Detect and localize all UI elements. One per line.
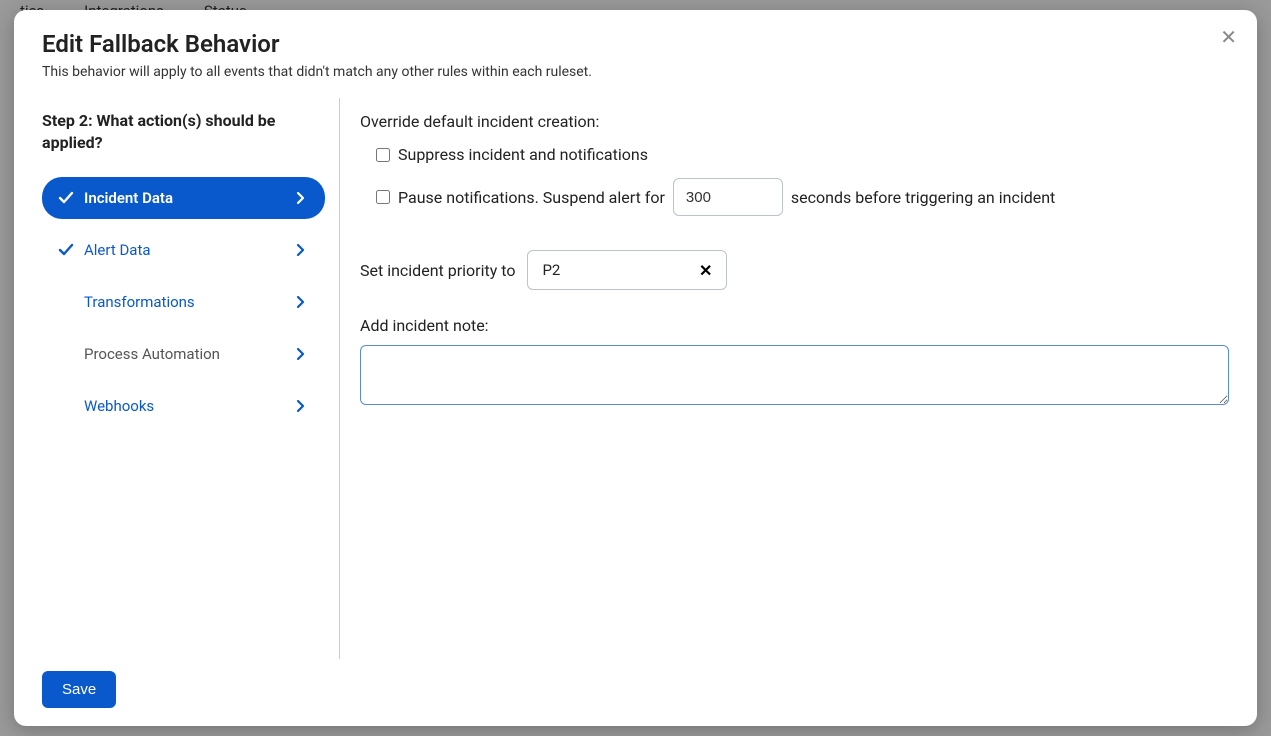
chevron-right-icon <box>293 346 309 362</box>
sidebar-item-label: Webhooks <box>84 397 154 415</box>
sidebar-item-label: Alert Data <box>84 241 151 259</box>
priority-select[interactable]: P2 ✕ <box>527 250 727 290</box>
pause-label-post: seconds before triggering an incident <box>791 188 1055 207</box>
clear-icon[interactable]: ✕ <box>699 261 712 280</box>
close-icon: ✕ <box>1220 27 1237 49</box>
modal-body: Step 2: What action(s) should be applied… <box>14 98 1257 659</box>
content-panel: Override default incident creation: Supp… <box>340 98 1229 659</box>
sidebar-item-label: Incident Data <box>84 189 173 207</box>
modal-header: Edit Fallback Behavior This behavior wil… <box>14 10 1257 90</box>
note-label: Add incident note: <box>360 316 1229 335</box>
chevron-right-icon <box>293 242 309 258</box>
sidebar-item-label: Process Automation <box>84 345 220 363</box>
priority-label: Set incident priority to <box>360 261 515 280</box>
pause-checkbox[interactable] <box>376 190 390 204</box>
priority-value: P2 <box>542 261 560 279</box>
chevron-right-icon <box>293 294 309 310</box>
pause-label-pre: Pause notifications. Suspend alert for <box>398 188 665 207</box>
sidebar-item-process-automation[interactable]: Process Automation <box>42 333 325 375</box>
sidebar-item-transformations[interactable]: Transformations <box>42 281 325 323</box>
incident-note-textarea[interactable] <box>360 345 1229 405</box>
sidebar: Step 2: What action(s) should be applied… <box>42 98 340 659</box>
sidebar-item-alert-data[interactable]: Alert Data <box>42 229 325 271</box>
save-button[interactable]: Save <box>42 671 116 708</box>
chevron-right-icon <box>293 398 309 414</box>
sidebar-item-incident-data[interactable]: Incident Data <box>42 177 325 219</box>
pause-seconds-input[interactable] <box>673 178 783 216</box>
check-icon <box>58 190 74 206</box>
suppress-label: Suppress incident and notifications <box>398 145 648 164</box>
modal-title: Edit Fallback Behavior <box>42 30 1229 58</box>
suppress-row: Suppress incident and notifications <box>360 145 1229 164</box>
modal-subtitle: This behavior will apply to all events t… <box>42 64 1229 80</box>
pause-row: Pause notifications. Suspend alert for s… <box>360 178 1229 216</box>
suppress-checkbox[interactable] <box>376 148 390 162</box>
sidebar-item-label: Transformations <box>84 293 195 311</box>
chevron-right-icon <box>293 190 309 206</box>
step-title: Step 2: What action(s) should be applied… <box>42 110 325 155</box>
override-section-label: Override default incident creation: <box>360 112 1229 131</box>
modal-footer: Save <box>14 659 1257 726</box>
check-icon <box>58 242 74 258</box>
edit-fallback-modal: Edit Fallback Behavior This behavior wil… <box>14 10 1257 726</box>
close-button[interactable]: ✕ <box>1220 28 1237 48</box>
sidebar-item-webhooks[interactable]: Webhooks <box>42 385 325 427</box>
priority-row: Set incident priority to P2 ✕ <box>360 250 1229 290</box>
